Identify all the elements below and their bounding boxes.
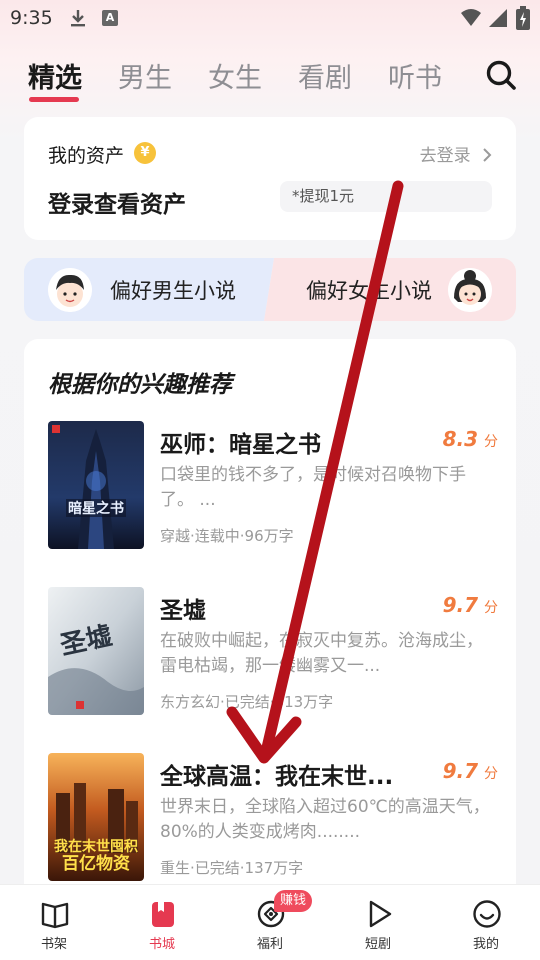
notification-a-icon: A [102,10,118,26]
bottom-navigation: 书架 书城 福利 短剧 我的 [0,884,540,960]
asset-card: 我的资产 ¥ 去登录 登录查看资产 *提现1元 [24,117,516,240]
prefer-male-label: 偏好男生小说 [110,279,236,303]
download-icon [71,10,85,27]
login-link[interactable]: 去登录 [420,141,492,166]
tab-female[interactable]: 女生 [208,56,262,95]
tab-featured[interactable]: 精选 [28,56,82,95]
score-value: 8.3 [442,427,478,451]
prefer-male-novels-button[interactable]: 偏好男生小说 [24,258,274,321]
book-title: 巫师：暗星之书 [160,432,321,458]
book-description: 世界末日，全球陷入超过60℃的高温天气，80%的人类变成烤肉........ [160,797,490,842]
bookshelf-icon [41,902,69,929]
battery-icon [516,6,530,30]
category-tabs: 精选 男生 女生 看剧 听书 [0,52,540,112]
login-link-label: 去登录 [419,146,471,166]
book-description: 口袋里的钱不多了，是时候对召唤物下手了。 ... [160,465,466,510]
tab-male[interactable]: 男生 [118,56,172,95]
asset-title: 我的资产 [48,145,125,167]
nav-bookstore[interactable]: 书城 [122,885,202,960]
book-item[interactable]: 圣墟 圣墟 9.7 分 在破败中崛起，在寂灭中复苏。沧海成尘，雷电枯竭，那一缕幽雾… [48,587,498,719]
score-unit: 分 [484,434,498,450]
book-description: 在破败中崛起，在寂灭中复苏。沧海成尘，雷电枯竭，那一缕幽雾又一... [160,631,483,676]
chevron-right-icon [483,148,492,162]
tab-drama[interactable]: 看剧 [298,56,352,95]
tab-audiobook[interactable]: 听书 [388,56,442,95]
book-meta: 东方玄幻·已完结·613万字 [160,693,334,711]
recommend-title: 根据你的兴趣推荐 [48,372,232,398]
withdraw-pill[interactable]: *提现1元 [280,181,492,212]
score-unit: 分 [484,766,498,782]
score-unit: 分 [484,600,498,616]
active-tab-indicator [29,97,79,102]
nav-short-drama[interactable]: 短剧 [338,885,418,960]
nav-bookshelf[interactable]: 书架 [14,885,94,960]
book-title: 全球高温：我在末世... [160,764,394,790]
nav-label: 书城 [148,937,175,952]
status-time: 9:35 [10,7,53,29]
nav-profile[interactable]: 我的 [446,885,526,960]
book-score: 9.7 分 [443,593,498,617]
nav-label: 我的 [472,937,499,952]
status-bar: 9:35 A [0,0,540,36]
play-icon [369,900,392,928]
signal-icon [489,9,507,27]
book-score: 8.3 分 [443,427,498,451]
nav-label: 福利 [256,937,283,952]
nav-label: 书架 [40,937,67,952]
wifi-icon [461,9,481,26]
coin-icon: ¥ [134,142,156,164]
svg-text:暗星之书: 暗星之书 [68,500,124,517]
prefer-female-novels-button[interactable]: 偏好女生小说 [264,258,516,321]
female-avatar-icon [448,268,492,312]
nav-label: 短剧 [364,937,391,952]
book-item[interactable]: 暗星之书 巫师：暗星之书 8.3 分 口袋里的钱不多了，是时候对召唤物下手了。 .… [48,421,498,553]
svg-text:百亿物资: 百亿物资 [62,853,130,874]
male-avatar-icon [48,268,92,312]
prefer-female-label: 偏好女生小说 [306,279,432,303]
search-icon[interactable] [484,58,518,92]
profile-icon [473,900,501,928]
book-item[interactable]: 我在末世囤积 百亿物资 全球高温：我在末世... 9.7 分 世界末日，全球陷入超… [48,753,498,885]
score-value: 9.7 [442,593,478,617]
book-cover-image: 暗星之书 [48,421,144,549]
book-cover-image: 圣墟 [48,587,144,715]
score-value: 9.7 [442,759,478,783]
recommend-section: 根据你的兴趣推荐 暗星之书 巫师：暗星之书 8.3 分 口袋里的钱不多了，是时候… [24,339,516,899]
view-assets-prompt[interactable]: 登录查看资产 [48,185,186,219]
book-score: 9.7 分 [443,759,498,783]
book-meta: 穿越·连载中·96万字 [160,527,294,545]
book-cover-image: 我在末世囤积 百亿物资 [48,753,144,881]
book-title: 圣墟 [160,598,206,624]
svg-text:我在末世囤积: 我在末世囤积 [54,838,138,855]
earn-money-badge: 赚钱 [274,890,312,912]
bookstore-icon [152,902,174,927]
book-meta: 重生·已完结·137万字 [160,859,304,877]
